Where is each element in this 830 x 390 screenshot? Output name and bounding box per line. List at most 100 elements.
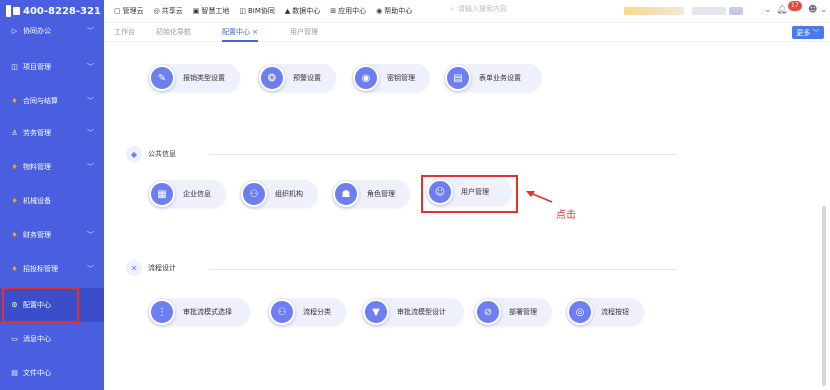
sidebar-item-collab[interactable]: ▷ 协同办公 ﹀ xyxy=(0,22,104,40)
tab-config-center[interactable]: 配置中心 × xyxy=(222,27,259,42)
top-link-smart-site[interactable]: ▣ 智慧工地 xyxy=(193,6,230,16)
sidebar-item-files[interactable]: ▤ 文件中心 xyxy=(0,364,104,382)
section-title: 流程设计 xyxy=(148,264,176,272)
chevron-down-icon: ﹀ xyxy=(87,97,94,105)
sidebar-highlight-box xyxy=(2,287,79,323)
card-warning-settings[interactable]: ❂ 预警设置 xyxy=(258,64,336,92)
annotation-arrow-icon xyxy=(526,191,553,203)
sidebar-item-label: 机械设备 xyxy=(23,197,51,205)
message-icon: ▭ xyxy=(11,335,18,343)
button-icon: ◎ xyxy=(567,299,593,325)
section-divider xyxy=(210,154,676,155)
user-icon[interactable]: ☻ xyxy=(808,5,817,15)
top-link-bim[interactable]: ◫ BIM协同 xyxy=(239,6,275,16)
card-role-management[interactable]: ☗ 角色管理 xyxy=(332,180,410,208)
section-divider xyxy=(210,269,676,270)
notification-badge: 17 xyxy=(788,1,802,11)
diamond-icon: ♦ xyxy=(11,97,18,105)
sidebar-item-labor[interactable]: ♙ 劳务管理 ﹀ xyxy=(0,124,104,142)
chart-icon: ▲ xyxy=(284,7,291,15)
blurred-user-info xyxy=(692,7,726,15)
sidebar-item-label: 合同与结算 xyxy=(23,97,58,105)
tabs-bar: 工作台 初始化导航 配置中心 × 用户管理 更多 ﹀ xyxy=(104,22,830,42)
org-chart-icon: ⚇ xyxy=(241,181,267,207)
diamond-icon: ♦ xyxy=(11,265,18,273)
tab-user-management[interactable]: 用户管理 xyxy=(290,27,318,37)
top-link-label: 管理云 xyxy=(122,7,144,15)
logo-icon xyxy=(6,5,20,17)
approval-mode-icon: ⋮ xyxy=(149,299,175,325)
card-form-business-settings[interactable]: ▤ 表单业务设置 xyxy=(444,64,542,92)
person-icon: ♙ xyxy=(11,129,18,137)
sidebar-item-finance[interactable]: ♦ 财务管理 ﹀ xyxy=(0,226,104,244)
share-icon: ◎ xyxy=(153,7,160,15)
top-link-label: 共享云 xyxy=(161,7,183,15)
folder-icon: ◫ xyxy=(11,63,18,71)
chevron-down-icon[interactable]: ⌄ xyxy=(820,5,828,15)
sidebar-item-label: 劳务管理 xyxy=(23,129,51,137)
diamond-icon: ♦ xyxy=(11,163,18,171)
file-icon: ▤ xyxy=(11,369,18,377)
sidebar-item-contract[interactable]: ♦ 合同与结算 ﹀ xyxy=(0,92,104,110)
filter-icon: ▼ xyxy=(363,299,389,325)
building-icon: ▦ xyxy=(149,181,175,207)
search-box[interactable]: ⌕ 请输入搜索内容 xyxy=(450,4,507,14)
card-organization[interactable]: ⚇ 组织机构 xyxy=(240,180,318,208)
sidebar-item-label: 物料管理 xyxy=(23,163,51,171)
site-icon: ▣ xyxy=(192,7,200,15)
phone-number: 400-8228-321 xyxy=(23,5,101,17)
card-workflow-category[interactable]: ⚇ 流程分类 xyxy=(268,298,346,326)
top-link-label: 帮助中心 xyxy=(384,7,413,15)
section-workflow: ✕ 流程设计 xyxy=(126,260,176,276)
sidebar-item-label: 项目管理 xyxy=(23,63,51,71)
top-link-data-center[interactable]: ▲ 数据中心 xyxy=(285,6,320,16)
card-label: 审批流模式选择 xyxy=(183,308,232,316)
grid-icon: ⊞ xyxy=(330,7,337,15)
sidebar-item-project[interactable]: ◫ 项目管理 ﹀ xyxy=(0,58,104,76)
tab-init-nav[interactable]: 初始化导航 xyxy=(156,27,191,37)
card-label: 审批流模型设计 xyxy=(397,308,446,316)
top-link-label: 应用中心 xyxy=(338,7,367,15)
chevron-down-icon: ﹀ xyxy=(87,63,94,71)
card-approval-model-design[interactable]: ▼ 审批流模型设计 xyxy=(362,298,464,326)
top-link-app-center[interactable]: ⊞ 应用中心 xyxy=(330,6,366,16)
sidebar-item-label: 消息中心 xyxy=(23,335,51,343)
blurred-banner xyxy=(624,7,684,15)
form-icon: ▤ xyxy=(445,65,471,91)
card-label: 预警设置 xyxy=(293,74,321,82)
click-annotation: 点击 xyxy=(556,210,576,221)
tag-icon: ◆ xyxy=(126,146,142,162)
sidebar-item-label: 招投标管理 xyxy=(23,265,58,273)
sidebar-item-bidding[interactable]: ♦ 招投标管理 ﹀ xyxy=(0,260,104,278)
edit-icon: ✎ xyxy=(149,65,175,91)
sidebar-item-equipment[interactable]: ♦ 机械设备 xyxy=(0,192,104,210)
search-input[interactable]: 请输入搜索内容 xyxy=(458,4,507,14)
top-link-label: BIM协同 xyxy=(247,7,275,15)
section-title: 公共信息 xyxy=(148,150,176,158)
search-icon: ⌕ xyxy=(450,4,454,13)
blurred-item xyxy=(729,7,743,15)
more-button[interactable]: 更多 ﹀ xyxy=(792,26,824,39)
chevron-down-icon[interactable]: ⌄ xyxy=(764,5,772,15)
card-workflow-buttons[interactable]: ◎ 流程按钮 xyxy=(566,298,644,326)
help-icon: ◉ xyxy=(376,7,383,15)
top-link-help-center[interactable]: ◉ 帮助中心 xyxy=(376,6,412,16)
diamond-icon: ♦ xyxy=(11,197,18,205)
top-link-label: 数据中心 xyxy=(292,7,321,15)
scrollbar[interactable] xyxy=(822,206,826,386)
card-approval-mode[interactable]: ⋮ 审批流模式选择 xyxy=(148,298,250,326)
chevron-down-icon: ﹀ xyxy=(87,231,94,239)
top-link-management-cloud[interactable]: ▢ 管理云 xyxy=(114,6,144,16)
cloud-icon: ▢ xyxy=(114,7,121,15)
card-label: 组织机构 xyxy=(275,190,303,198)
card-company-info[interactable]: ▦ 企业信息 xyxy=(148,180,226,208)
play-icon: ▷ xyxy=(11,27,18,35)
sidebar-item-material[interactable]: ♦ 物料管理 ﹀ xyxy=(0,158,104,176)
card-expense-type-settings[interactable]: ✎ 报销类型设置 xyxy=(148,64,240,92)
tab-workbench[interactable]: 工作台 xyxy=(114,27,135,37)
bell-icon[interactable]: 🔔︎ xyxy=(776,5,787,15)
top-link-share-cloud[interactable]: ◎ 共享云 xyxy=(154,6,183,16)
card-deployment-management[interactable]: ⊘ 部署管理 xyxy=(474,298,552,326)
sidebar-item-messages[interactable]: ▭ 消息中心 xyxy=(0,330,104,348)
card-key-management[interactable]: ◉ 密钥管理 xyxy=(352,64,430,92)
